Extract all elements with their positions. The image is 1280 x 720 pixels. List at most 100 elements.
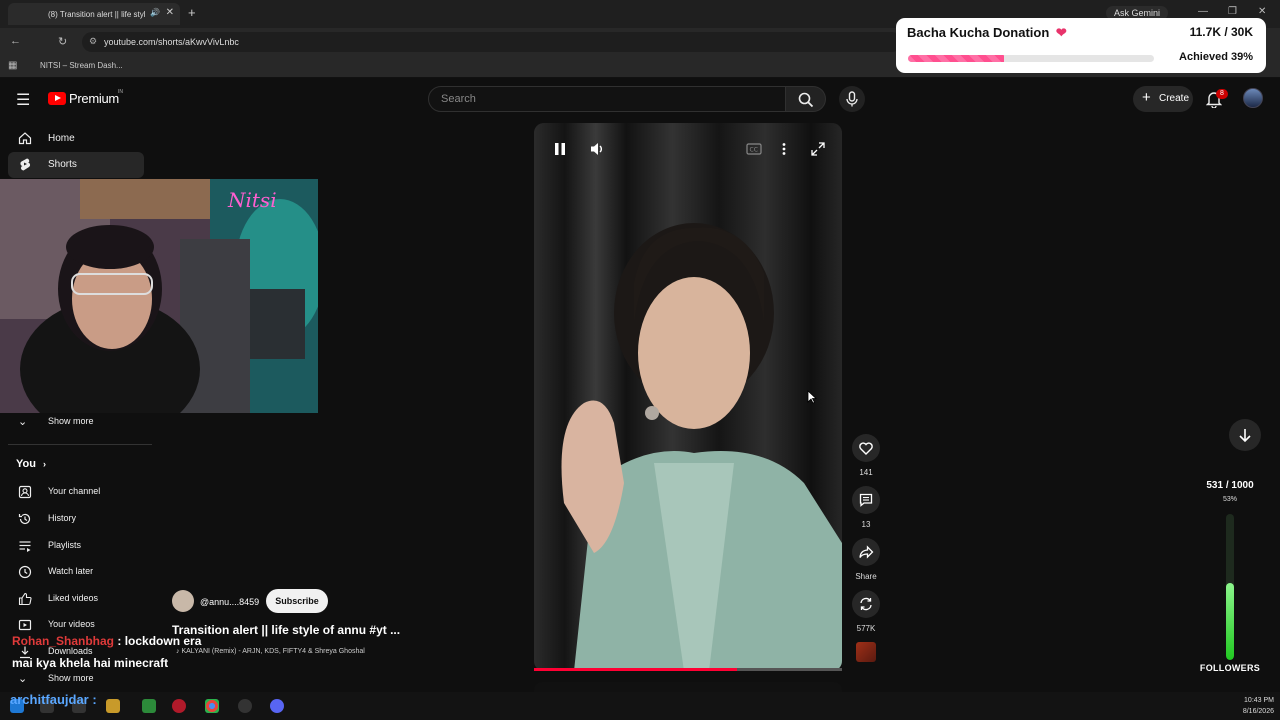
- app-icon-2[interactable]: [238, 699, 252, 713]
- share-label: Share: [855, 572, 877, 581]
- comments-button[interactable]: [852, 486, 880, 514]
- mouse-cursor-icon: [807, 390, 817, 404]
- captions-icon[interactable]: CC: [746, 143, 762, 155]
- sidebar-divider: [8, 444, 152, 445]
- shorts-icon: [20, 158, 31, 171]
- heart-emoji-icon: ❤: [1055, 25, 1067, 40]
- followers-count: 531 / 1000: [1206, 480, 1254, 491]
- sidebar-item-home[interactable]: Home: [8, 126, 144, 152]
- youtube-logo[interactable]: Premium IN: [48, 89, 123, 106]
- next-short-button[interactable]: [1229, 419, 1261, 451]
- show-more-button[interactable]: ⌄ Show more: [8, 411, 144, 433]
- tab-close-icon[interactable]: ✕: [166, 7, 174, 18]
- tab-audio-icon[interactable]: 🔊: [150, 8, 160, 17]
- sidebar-item-label: History: [48, 513, 77, 523]
- chat-username-2: architfaujdar :: [10, 692, 97, 707]
- webcam-image: Nitsi: [0, 179, 318, 413]
- heart-icon: [859, 442, 873, 455]
- video-icon: [18, 619, 32, 631]
- new-tab-icon[interactable]: +: [188, 5, 196, 20]
- sidebar-item-watch-later[interactable]: Watch later: [8, 561, 144, 583]
- video-frame: [534, 123, 842, 671]
- like-button[interactable]: [852, 434, 880, 462]
- logo-region: IN: [118, 89, 123, 95]
- apps-grid-icon[interactable]: ▦: [8, 60, 17, 71]
- bookmark-item[interactable]: NITSI – Stream Dash...: [40, 61, 123, 70]
- sidebar-item-label: Playlists: [48, 540, 82, 550]
- subscribe-button[interactable]: Subscribe: [266, 589, 328, 613]
- sidebar-item-label: Liked videos: [48, 593, 99, 603]
- song-credit[interactable]: ♪ KALYANI (Remix) - ARJN, KDS, FIFTY4 & …: [176, 648, 365, 655]
- sidebar-item-label: Home: [48, 133, 75, 144]
- pause-icon[interactable]: [553, 142, 567, 156]
- shorts-video-player[interactable]: CC: [534, 123, 842, 671]
- chrome-icon[interactable]: [205, 699, 219, 713]
- obs-icon[interactable]: [172, 699, 186, 713]
- account-avatar[interactable]: [1243, 88, 1263, 108]
- reload-icon[interactable]: ↻: [58, 35, 67, 48]
- sidebar-item-label: Your channel: [48, 486, 101, 496]
- url-field[interactable]: ⚙ youtube.com/shorts/aKwvVivLnbc: [82, 32, 902, 52]
- video-progress-bar[interactable]: [534, 668, 842, 671]
- url-text: youtube.com/shorts/aKwvVivLnbc: [104, 37, 239, 47]
- clock-icon: [18, 565, 32, 579]
- tab-title: (8) Transition alert || life styl: [48, 9, 146, 19]
- sidebar-item-liked-videos[interactable]: Liked videos: [8, 588, 144, 610]
- search-button[interactable]: [786, 86, 826, 112]
- sidebar-you-header[interactable]: You ›: [16, 458, 46, 470]
- browser-tab[interactable]: (8) Transition alert || life styl 🔊 ✕: [8, 3, 180, 25]
- sidebar-item-your-channel[interactable]: Your channel: [8, 481, 144, 503]
- clock-date: 8/16/2026: [1242, 708, 1274, 715]
- voice-search-button[interactable]: [839, 86, 865, 112]
- create-button[interactable]: + Create: [1133, 86, 1193, 112]
- donation-amount: 11.7K / 30K: [1189, 25, 1253, 39]
- site-info-icon[interactable]: ⚙: [89, 36, 97, 47]
- search-input[interactable]: Search: [428, 86, 786, 112]
- discord-icon[interactable]: [270, 699, 284, 713]
- sidebar-item-shorts[interactable]: Shorts: [8, 152, 144, 178]
- followers-progress-fill: [1226, 582, 1234, 660]
- sidebar-item-label: Shorts: [48, 159, 77, 170]
- channel-name[interactable]: @annu....8459: [200, 597, 259, 607]
- donation-title: Bacha Kucha Donation ❤: [907, 25, 1067, 41]
- short-title[interactable]: Transition alert || life style of annu #…: [172, 623, 400, 637]
- followers-progress-bar: [1226, 514, 1234, 660]
- app-icon[interactable]: [142, 699, 156, 713]
- minimize-icon[interactable]: —: [1198, 6, 1208, 17]
- neon-sign: Nitsi: [227, 188, 277, 212]
- show-more-label: Show more: [48, 416, 94, 426]
- home-icon: [18, 132, 32, 145]
- chevron-down-icon: ⌄: [18, 416, 28, 428]
- sidebar-item-playlists[interactable]: Playlists: [8, 535, 144, 557]
- sound-thumbnail[interactable]: [856, 642, 876, 662]
- restore-icon[interactable]: ❐: [1228, 6, 1237, 17]
- donation-title-text: Bacha Kucha Donation: [907, 25, 1050, 40]
- playlists-icon: [19, 541, 31, 552]
- logo-text: Premium: [69, 91, 119, 106]
- share-button[interactable]: [852, 538, 880, 566]
- volume-icon[interactable]: [589, 141, 605, 157]
- followers-percent: 53%: [1222, 496, 1237, 503]
- thumbs-up-icon: [18, 592, 32, 606]
- menu-icon[interactable]: ☰: [16, 90, 30, 110]
- fullscreen-icon[interactable]: [811, 142, 825, 156]
- system-clock[interactable]: 10:43 PM 8/16/2026: [1243, 695, 1274, 717]
- chevron-down-icon: ⌄: [18, 673, 28, 685]
- back-icon[interactable]: ←: [10, 35, 21, 47]
- sidebar-item-your-videos[interactable]: Your videos: [8, 614, 144, 636]
- comment-icon: [859, 493, 873, 507]
- show-more-button-2[interactable]: ⌄ Show more: [8, 668, 144, 690]
- remix-count: 577K: [856, 624, 876, 633]
- remix-button[interactable]: [852, 590, 880, 618]
- sidebar-item-history[interactable]: History: [8, 508, 144, 530]
- sidebar-item-label: Your videos: [48, 619, 95, 629]
- donation-goal-widget: Bacha Kucha Donation ❤ 11.7K / 30K Achie…: [896, 18, 1266, 73]
- microphone-icon: [846, 91, 858, 107]
- file-explorer-icon[interactable]: [106, 699, 120, 713]
- channel-avatar[interactable]: [172, 590, 194, 612]
- more-options-icon[interactable]: [781, 142, 787, 156]
- youtube-play-icon: [48, 92, 66, 105]
- notification-count-badge: 8: [1216, 89, 1228, 99]
- windows-taskbar: [0, 692, 1280, 720]
- window-close-icon[interactable]: ✕: [1258, 6, 1266, 17]
